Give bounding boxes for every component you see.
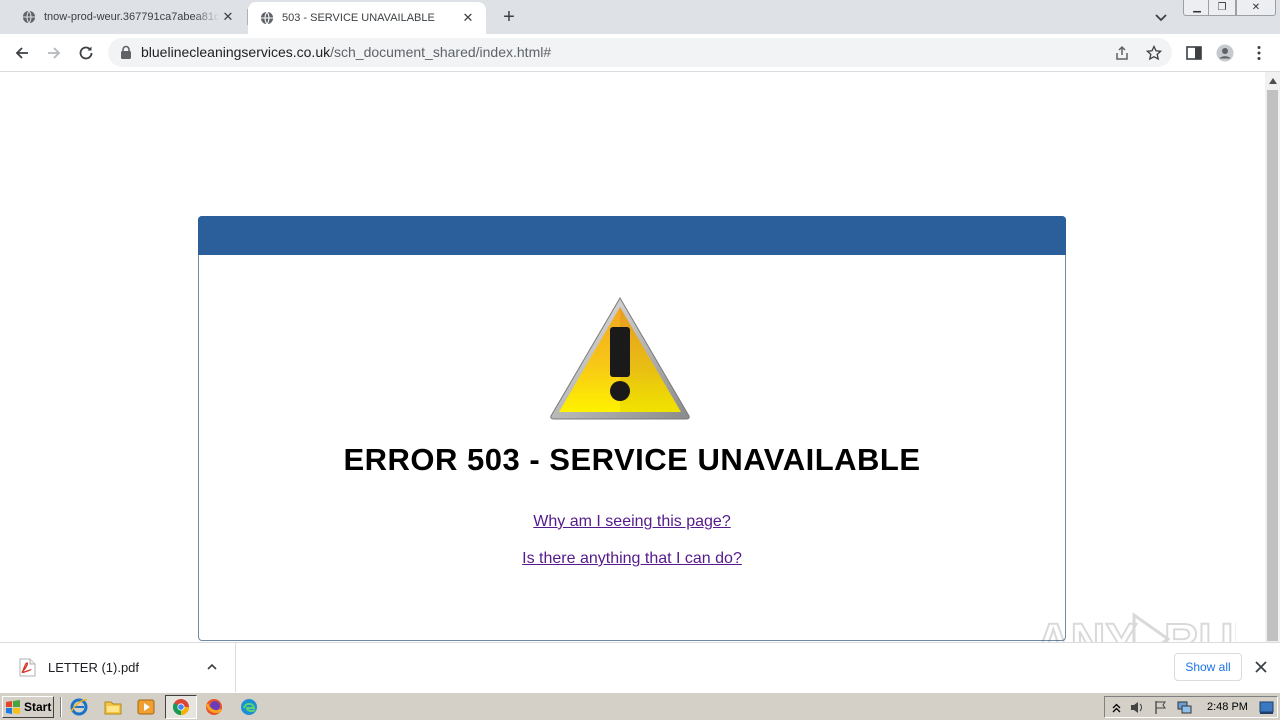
windows-logo-icon: [6, 700, 20, 714]
back-button[interactable]: [11, 42, 33, 64]
profile-avatar-icon[interactable]: [1216, 44, 1234, 62]
svg-text:ANY: ANY: [1036, 615, 1137, 642]
error-title: ERROR 503 - SERVICE UNAVAILABLE: [343, 442, 921, 477]
minimize-window-button[interactable]: ▁: [1183, 0, 1211, 16]
show-desktop-icon[interactable]: [1259, 700, 1274, 715]
tab-tnow-prod[interactable]: tnow-prod-weur.367791ca7abea81c ✕: [0, 0, 246, 34]
anyrun-watermark-logo: ANY RUN: [1036, 612, 1236, 642]
chrome-icon: [173, 699, 189, 715]
taskbar-clock[interactable]: 2:48 PM: [1207, 697, 1248, 717]
show-all-downloads-button[interactable]: Show all: [1174, 653, 1242, 681]
svg-text:RUN: RUN: [1164, 615, 1236, 642]
scrollbar-thumb[interactable]: [1267, 90, 1278, 641]
error-panel: ERROR 503 - SERVICE UNAVAILABLE Why am I…: [198, 216, 1066, 641]
address-bar[interactable]: bluelinecleaningservices.co.uk/sch_docum…: [108, 38, 1172, 67]
reload-button[interactable]: [75, 42, 97, 64]
url-path: /sch_document_shared/index.html#: [330, 44, 552, 60]
triangle-up-icon: [1268, 77, 1277, 84]
anything-i-can-do-link[interactable]: Is there anything that I can do?: [199, 550, 1065, 568]
vertical-scrollbar[interactable]: [1265, 72, 1280, 642]
internet-explorer-icon[interactable]: [70, 698, 88, 716]
start-label: Start: [24, 700, 52, 714]
forward-button[interactable]: [43, 42, 65, 64]
tab-title: tnow-prod-weur.367791ca7abea81c: [44, 11, 220, 23]
close-tab-icon[interactable]: ✕: [220, 9, 236, 25]
system-tray: 2:48 PM: [1104, 696, 1278, 718]
close-window-button[interactable]: ✕: [1236, 0, 1276, 16]
download-item[interactable]: LETTER (1).pdf: [0, 643, 236, 693]
chrome-taskbar-button[interactable]: [165, 695, 197, 719]
lock-icon[interactable]: [120, 45, 132, 59]
close-tab-icon[interactable]: ✕: [460, 10, 476, 26]
tab-strip: tnow-prod-weur.367791ca7abea81c ✕ 503 - …: [0, 0, 1280, 34]
screen: tnow-prod-weur.367791ca7abea81c ✕ 503 - …: [0, 0, 1280, 720]
network-icon[interactable]: [1177, 700, 1192, 715]
reload-icon: [79, 46, 93, 60]
maximize-window-button[interactable]: ❐: [1208, 0, 1236, 16]
file-explorer-icon[interactable]: [104, 698, 122, 716]
arrow-left-icon: [15, 47, 28, 59]
scroll-up-arrow[interactable]: [1265, 72, 1280, 89]
url-text[interactable]: bluelinecleaningservices.co.uk/sch_docum…: [141, 38, 551, 67]
bookmark-star-icon[interactable]: [1146, 45, 1162, 61]
url-domain: bluelinecleaningservices.co.uk: [141, 44, 331, 60]
globe-icon: [22, 10, 36, 24]
menu-kebab-icon[interactable]: [1250, 44, 1268, 62]
show-hidden-icons-arrow-icon[interactable]: [1109, 700, 1124, 715]
tab-title: 503 - SERVICE UNAVAILABLE: [282, 12, 435, 24]
warning-triangle-icon: [550, 297, 690, 420]
edge-icon[interactable]: [240, 698, 258, 716]
side-panel-icon[interactable]: [1185, 44, 1203, 62]
chevron-down-icon[interactable]: [1152, 8, 1170, 26]
action-center-flag-icon[interactable]: [1153, 700, 1168, 715]
media-player-icon[interactable]: [137, 698, 155, 716]
volume-icon[interactable]: [1129, 700, 1144, 715]
tab-503-service-unavailable[interactable]: 503 - SERVICE UNAVAILABLE ✕: [248, 2, 486, 34]
error-panel-header: [198, 216, 1066, 255]
new-tab-button[interactable]: +: [498, 7, 520, 29]
arrow-right-icon: [48, 47, 61, 59]
browser-toolbar: bluelinecleaningservices.co.uk/sch_docum…: [0, 34, 1280, 72]
globe-icon: [260, 11, 274, 25]
taskbar-separator: [60, 697, 62, 717]
page-viewport: ERROR 503 - SERVICE UNAVAILABLE Why am I…: [0, 72, 1265, 642]
start-button[interactable]: Start: [2, 696, 54, 718]
close-icon[interactable]: [1253, 659, 1269, 675]
chevron-up-icon[interactable]: [205, 660, 219, 674]
share-icon[interactable]: [1114, 45, 1130, 61]
windows-taskbar: Start 2:48 PM: [0, 692, 1280, 720]
why-seeing-page-link[interactable]: Why am I seeing this page?: [199, 513, 1065, 531]
pdf-file-icon: [19, 658, 36, 677]
download-file-name: LETTER (1).pdf: [48, 660, 140, 675]
firefox-icon[interactable]: [205, 698, 223, 716]
download-bar: LETTER (1).pdf Show all: [0, 642, 1280, 693]
